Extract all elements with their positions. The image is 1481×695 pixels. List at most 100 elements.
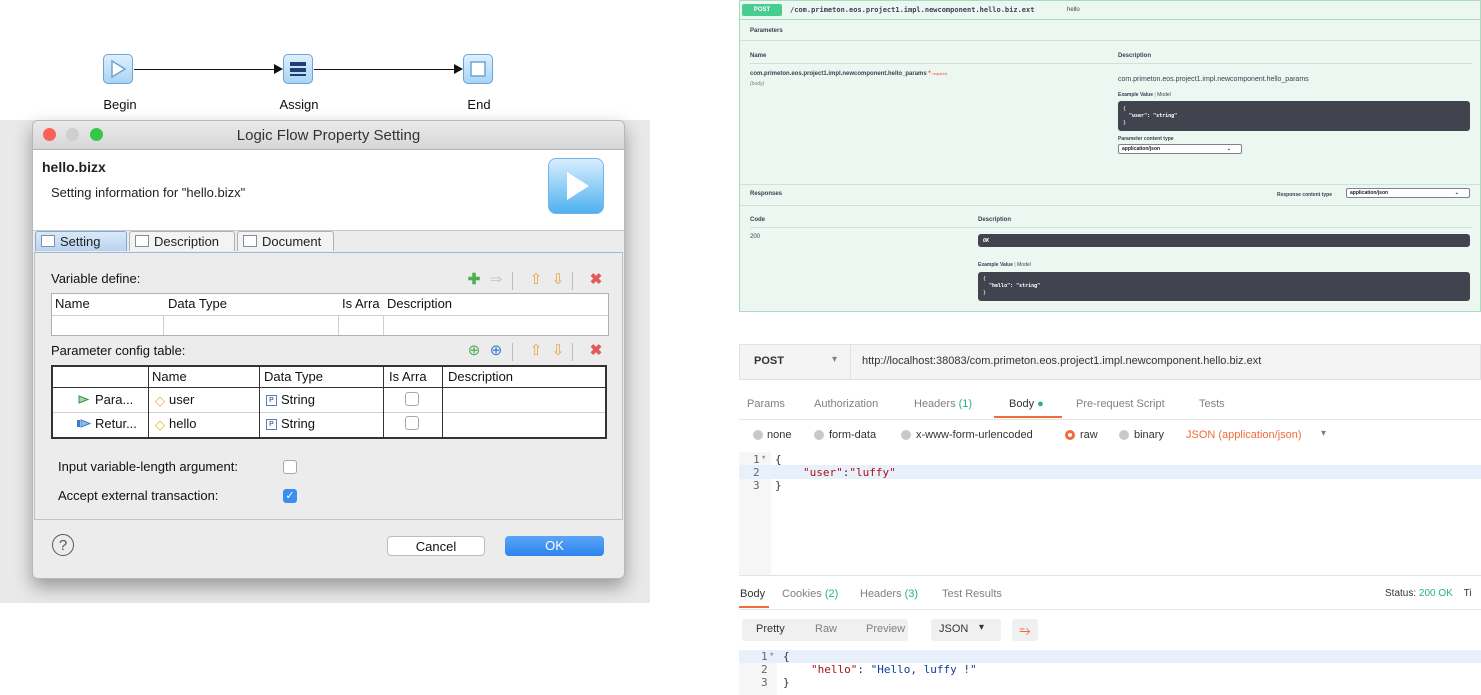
response-body-viewer[interactable]: 1 ▾ { 2 "hello": "Hello, luffy !" 3 }	[739, 650, 1481, 695]
assign-node[interactable]	[283, 54, 313, 84]
is-array-checkbox[interactable]	[405, 416, 419, 430]
response-description-box: OK	[978, 234, 1470, 247]
view-pretty-button[interactable]: Pretty	[756, 623, 785, 635]
wrap-lines-icon[interactable]: ⥱	[1012, 619, 1038, 641]
radio-none[interactable]	[753, 430, 763, 440]
variable-length-checkbox[interactable]	[283, 460, 297, 474]
body-mode-raw: raw	[1080, 429, 1098, 441]
body-mode-binary: binary	[1134, 429, 1164, 441]
url-input[interactable]: http://localhost:38083/com.primeton.eos.…	[862, 355, 1261, 367]
move-up-button[interactable]: ⇧	[528, 272, 544, 288]
delete-parameter-button[interactable]: ✖	[588, 343, 604, 359]
add-return-button[interactable]: ⊕	[488, 343, 504, 359]
view-raw-button[interactable]: Raw	[815, 623, 837, 635]
fold-icon[interactable]: ▾	[761, 453, 766, 463]
table-row[interactable]: Para...	[71, 389, 147, 411]
external-transaction-checkbox[interactable]: ✓	[283, 489, 297, 503]
radio-form-data[interactable]	[814, 430, 824, 440]
description-tab-icon	[135, 235, 149, 247]
col-description: Description	[978, 217, 1012, 223]
operation-summary[interactable]: POST /com.primeton.eos.project1.impl.new…	[740, 1, 1480, 20]
line-number: 2	[753, 466, 760, 479]
tab-authorization[interactable]: Authorization	[814, 398, 878, 410]
variable-define-label: Variable define:	[51, 271, 141, 286]
response-tabs: Body Cookies (2) Headers (3) Test Result…	[739, 585, 1481, 610]
parameter-toolbar: ⊕ ⊕ ⇧ ⇩ ✖	[466, 343, 606, 361]
tab-body[interactable]: Body ●	[1009, 398, 1044, 410]
response-content-type-select[interactable]: application/json ⌄	[1346, 188, 1470, 198]
example-value-tab[interactable]: Example Value | Model	[1118, 92, 1171, 98]
move-down-button[interactable]: ⇩	[550, 272, 566, 288]
radio-urlencoded[interactable]	[901, 430, 911, 440]
table-row[interactable]: Retur...	[71, 413, 147, 435]
format-select[interactable]: JSON ▾	[931, 619, 1001, 641]
external-transaction-label: Accept external transaction:	[58, 488, 219, 503]
content-type-select[interactable]: JSON (application/json)	[1186, 429, 1302, 441]
tab-test-results[interactable]: Test Results	[942, 588, 1002, 600]
row-kind: Para...	[95, 392, 134, 407]
row-kind: Retur...	[95, 416, 137, 431]
chevron-down-icon[interactable]: ▾	[1321, 428, 1326, 439]
tab-document[interactable]: Document	[237, 231, 334, 251]
tab-response-headers[interactable]: Headers (3)	[860, 588, 918, 600]
col-code: Code	[750, 217, 765, 223]
param-content-type-select[interactable]: application/json ⌄	[1118, 144, 1242, 154]
insert-variable-button[interactable]: ⇒	[488, 272, 504, 288]
dialog-title: Logic Flow Property Setting	[236, 127, 421, 144]
add-parameter-button[interactable]: ⊕	[466, 343, 482, 359]
param-type-cell[interactable]: P String	[260, 413, 383, 435]
radio-binary[interactable]	[1119, 430, 1129, 440]
row-divider	[52, 315, 608, 316]
param-name-cell[interactable]: ◇ hello	[149, 413, 259, 435]
radio-raw[interactable]	[1065, 430, 1075, 440]
delete-variable-button[interactable]: ✖	[588, 272, 604, 288]
dialog-title-bar[interactable]: Logic Flow Property Setting	[33, 121, 624, 150]
variable-define-table[interactable]: Name Data Type Is Arra Description	[51, 293, 609, 336]
col-divider	[383, 315, 384, 335]
ok-button[interactable]: OK	[505, 536, 604, 556]
end-label: End	[467, 97, 491, 112]
param-type: String	[281, 392, 315, 407]
tab-response-body[interactable]: Body	[740, 588, 765, 600]
play-icon	[111, 59, 127, 79]
body-mode-form-data: form-data	[829, 429, 877, 441]
dialog-header: hello.bizx Setting information for "hell…	[33, 150, 624, 231]
divider	[750, 227, 1472, 228]
stop-icon	[470, 61, 486, 77]
end-node[interactable]	[463, 54, 493, 84]
method-select[interactable]: POST	[754, 355, 784, 367]
move-up-button[interactable]: ⇧	[528, 343, 544, 359]
is-array-checkbox[interactable]	[405, 392, 419, 406]
cancel-button[interactable]: Cancel	[387, 536, 485, 556]
tab-tests[interactable]: Tests	[1199, 398, 1225, 410]
example-value-tab[interactable]: Example Value | Model	[978, 262, 1031, 268]
tab-cookies[interactable]: Cookies (2)	[782, 588, 838, 600]
fold-icon[interactable]: ▾	[769, 650, 774, 660]
setting-tab-panel: Variable define: ✚ ⇒ ⇧ ⇩ ✖ Name Data Typ…	[34, 252, 623, 520]
request-body-editor[interactable]: 1 ▾ { 2 "user":"luffy" 3 }	[739, 452, 1481, 576]
param-name-cell[interactable]: ◇ user	[149, 389, 259, 411]
col-data-type: Data Type	[168, 296, 228, 311]
tab-setting[interactable]: Setting	[35, 231, 127, 251]
tab-description[interactable]: Description	[129, 231, 235, 251]
assign-label: Assign	[279, 97, 319, 112]
tab-pre-request-script[interactable]: Pre-request Script	[1076, 398, 1165, 410]
toolbar-separator	[572, 343, 573, 361]
help-button[interactable]: ?	[52, 534, 74, 556]
parameter-in-icon	[77, 390, 91, 412]
method-badge: POST	[742, 4, 782, 16]
add-variable-button[interactable]: ✚	[466, 272, 482, 288]
begin-node[interactable]	[103, 54, 133, 84]
tab-headers[interactable]: Headers (1)	[914, 398, 972, 410]
param-type-cell[interactable]: P String	[260, 389, 383, 411]
move-down-button[interactable]: ⇩	[550, 343, 566, 359]
return-out-icon	[77, 414, 92, 436]
tab-params[interactable]: Params	[747, 398, 785, 410]
view-preview-button[interactable]: Preview	[866, 623, 905, 635]
parameter-config-table[interactable]: Name Data Type Is Arra Description Para.…	[51, 365, 607, 439]
divider	[740, 184, 1480, 185]
chevron-down-icon[interactable]: ▾	[832, 354, 837, 365]
chevron-down-icon: ▾	[979, 622, 985, 633]
param-description: com.primeton.eos.project1.impl.newcompon…	[1118, 76, 1309, 83]
body-mode-urlencoded: x-www-form-urlencoded	[916, 429, 1033, 441]
